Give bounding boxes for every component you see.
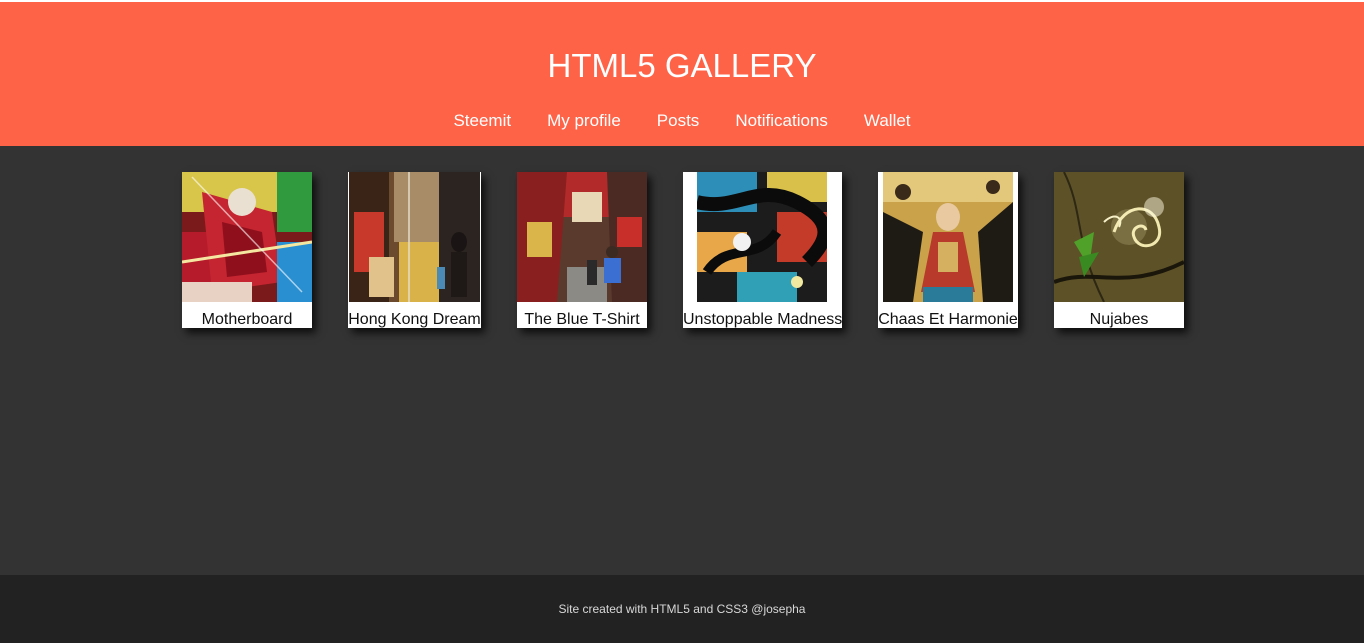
site-header: HTML5 GALLERY Steemit My profile Posts N… — [0, 2, 1364, 146]
gallery-caption: Nujabes — [1089, 311, 1149, 328]
nav-link-wallet[interactable]: Wallet — [864, 110, 911, 132]
nav-link-my-profile[interactable]: My profile — [547, 110, 621, 132]
gallery-image-unstoppable-madness[interactable] — [695, 172, 832, 302]
footer-credit: Site created with HTML5 and CSS3 @joseph… — [558, 602, 806, 616]
gallery-area: Motherboard Hong Kong Dream The Blue T-S… — [0, 146, 1364, 575]
gallery-image-chaas-et-harmonie[interactable] — [883, 172, 1013, 302]
gallery-caption: The Blue T-Shirt — [524, 311, 640, 328]
gallery-card-hong-kong-dream[interactable]: Hong Kong Dream — [348, 172, 481, 328]
gallery-image-nujabes[interactable] — [1053, 171, 1185, 303]
site-title: HTML5 GALLERY — [547, 47, 817, 84]
gallery-image-hong-kong-dream[interactable] — [349, 172, 480, 302]
nav-link-posts[interactable]: Posts — [657, 110, 700, 132]
gallery-image-the-blue-t-shirt[interactable] — [517, 172, 647, 302]
gallery-card-nujabes[interactable]: Nujabes — [1053, 171, 1185, 328]
gallery-card-unstoppable-madness[interactable]: Unstoppable Madness — [683, 172, 842, 328]
gallery-image-motherboard[interactable] — [181, 172, 313, 302]
gallery-card-chaas-et-harmonie[interactable]: Chaas Et Harmonie — [878, 172, 1018, 328]
gallery-caption: Chaas Et Harmonie — [878, 311, 1018, 328]
main-nav: Steemit My profile Posts Notifications W… — [0, 110, 1364, 132]
gallery-caption: Unstoppable Madness — [683, 311, 843, 328]
gallery-caption: Hong Kong Dream — [348, 311, 481, 328]
nav-link-notifications[interactable]: Notifications — [735, 110, 828, 132]
site-footer: Site created with HTML5 and CSS3 @joseph… — [0, 575, 1364, 643]
gallery-card-motherboard[interactable]: Motherboard — [181, 172, 313, 328]
nav-link-steemit[interactable]: Steemit — [453, 110, 511, 132]
gallery-caption: Motherboard — [201, 311, 293, 328]
gallery-card-the-blue-t-shirt[interactable]: The Blue T-Shirt — [517, 172, 647, 328]
